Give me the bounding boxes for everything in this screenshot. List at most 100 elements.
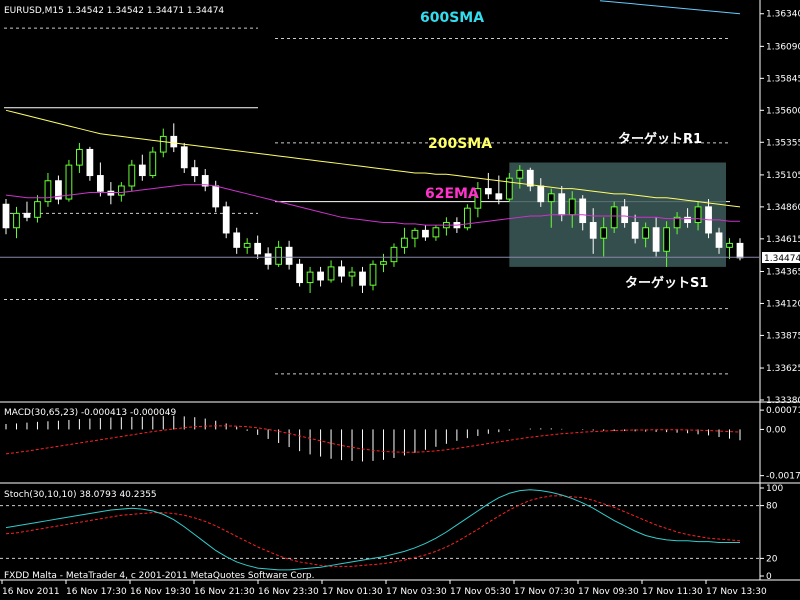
candle-body — [23, 212, 31, 218]
y-tick-label: 1.33875 — [766, 331, 800, 341]
candle-body — [348, 271, 356, 277]
y-tick-label: 1.35105 — [766, 171, 800, 181]
candle-body — [76, 148, 83, 166]
candle-body — [558, 193, 566, 216]
x-tick-label: 17 Nov 09:30 — [578, 587, 639, 597]
ema62-label: 62EMA — [425, 186, 479, 202]
candle-body — [579, 198, 587, 224]
candle-body — [726, 242, 733, 248]
y-tick-label: 100 — [766, 484, 783, 494]
candle-body — [642, 227, 650, 239]
x-tick-label: 17 Nov 07:30 — [514, 587, 575, 597]
y-tick-label: 0.00 — [766, 425, 786, 435]
candle-body — [34, 201, 41, 218]
candle-body — [600, 227, 608, 239]
y-tick-label: 1.35600 — [766, 106, 800, 116]
candle-body — [159, 135, 167, 153]
candle-body — [2, 203, 10, 229]
candle-body — [191, 167, 199, 177]
candle-body — [317, 271, 324, 281]
y-tick-label: 80 — [766, 502, 778, 512]
macd-title: MACD(30,65,23) -0.000413 -0.000049 — [4, 408, 176, 418]
x-tick-label: 16 Nov 17:30 — [66, 587, 127, 597]
candle-body — [505, 177, 513, 200]
candle-body — [369, 263, 377, 286]
x-tick-label: 17 Nov 01:30 — [322, 587, 383, 597]
candle-body — [243, 242, 251, 248]
y-tick-label: 20 — [766, 554, 778, 564]
candle-body — [296, 263, 303, 284]
candle-body — [663, 227, 670, 252]
y-tick-label: 1.35845 — [766, 74, 800, 84]
candle-body — [212, 185, 220, 208]
candle-body — [568, 198, 576, 216]
candle-body — [338, 266, 345, 277]
candle-body — [401, 237, 408, 248]
target-s1-label: ターゲットS1 — [625, 275, 708, 291]
y-tick-label: 1.36340 — [766, 10, 800, 20]
x-tick-label: 17 Nov 11:30 — [642, 587, 703, 597]
candle-body — [149, 151, 157, 177]
x-tick-label: 17 Nov 13:30 — [706, 587, 767, 597]
candle-body — [526, 169, 534, 187]
candle-body — [432, 227, 440, 238]
y-tick-label: 1.34120 — [766, 299, 800, 309]
candle-body — [222, 206, 230, 234]
candle-body — [422, 229, 429, 238]
sma600-label: 600SMA — [420, 10, 484, 26]
x-tick-label: 16 Nov 23:30 — [258, 587, 319, 597]
x-tick-label: 16 Nov 21:30 — [194, 587, 255, 597]
candle-body — [380, 261, 387, 265]
target-r1-label: ターゲットR1 — [618, 131, 702, 147]
candle-body — [495, 193, 503, 200]
candle-body — [107, 190, 115, 196]
candle-body — [306, 271, 314, 284]
range-box — [509, 162, 726, 267]
candle-body — [264, 253, 272, 265]
candle-body — [44, 180, 52, 203]
chart-root: 1.36340 1.36090 1.35845 1.35600 1.35355 1.351… — [0, 0, 800, 600]
stoch-title: Stoch(30,10,10) 38.0793 40.2355 — [4, 490, 157, 500]
y-tick-label: 1.34615 — [766, 235, 800, 245]
candle-body — [86, 148, 94, 177]
y-tick-label: 1.35355 — [766, 138, 800, 148]
candle-body — [621, 206, 629, 224]
y-tick-label: 0.000712 — [766, 406, 800, 416]
candle-body — [547, 193, 555, 203]
symbol-title: EURUSD,M15 1.34542 1.34542 1.34471 1.344… — [4, 6, 224, 16]
candle-body — [684, 216, 691, 224]
candle-body — [463, 207, 471, 229]
candle-body — [411, 229, 419, 239]
y-tick-label: 1.34860 — [766, 203, 800, 213]
y-tick-label: 0 — [766, 572, 772, 582]
x-tick-label: 16 Nov 2011 — [2, 587, 60, 597]
candle-body — [285, 246, 293, 265]
candle-body — [390, 246, 398, 263]
y-tick-label: 1.33625 — [766, 364, 800, 374]
candle-body — [180, 146, 188, 169]
candle-body — [327, 266, 335, 281]
footer-copyright: FXDD Malta - MetaTrader 4, c 2001-2011 M… — [4, 571, 314, 581]
candle-body — [652, 227, 660, 252]
x-tick-label: 17 Nov 05:30 — [450, 587, 511, 597]
candle-body — [117, 185, 125, 196]
y-tick-label: 1.36090 — [766, 42, 800, 52]
candle-body — [694, 206, 702, 224]
candle-body — [516, 169, 524, 179]
candle-body — [359, 271, 366, 286]
candle-body — [275, 246, 283, 265]
x-tick-label: 16 Nov 19:30 — [130, 587, 191, 597]
candle-body — [736, 242, 744, 259]
candle-body — [715, 232, 723, 248]
sma200-label: 200SMA — [428, 136, 492, 152]
x-tick-label: 17 Nov 03:30 — [386, 587, 447, 597]
candle-body — [13, 212, 20, 229]
candle-body — [233, 232, 241, 248]
candle-body — [484, 188, 492, 195]
y-tick-label: 1.33380 — [766, 396, 800, 406]
candle-body — [254, 242, 262, 255]
candle-body — [610, 206, 618, 229]
y-tick-label: 1.34365 — [766, 267, 800, 277]
candle-body — [631, 222, 639, 239]
candle-body — [65, 164, 73, 200]
